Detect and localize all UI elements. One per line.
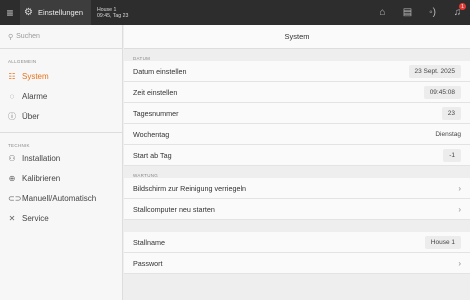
chevron-right-icon: › xyxy=(458,258,461,268)
sidebar-item-system[interactable]: ☷ System xyxy=(0,66,122,86)
calibrate-icon: ⊕ xyxy=(8,173,16,183)
sidebar-item-alarme[interactable]: ◌ Alarme xyxy=(0,86,122,106)
wrench-icon: ✕ xyxy=(8,213,16,223)
row-label: Wochentag xyxy=(133,129,170,139)
row-label: Tagesnummer xyxy=(133,108,179,118)
sidebar-item-label: Service xyxy=(22,213,49,223)
top-bar: ≡ ⚙ Einstellungen House 1 09:45, Tag 23 … xyxy=(0,0,470,25)
device-status: 09:45, Tag 23 xyxy=(97,12,129,19)
device-info: House 1 09:45, Tag 23 xyxy=(91,7,128,19)
row-tagesnummer[interactable]: Tagesnummer 23 xyxy=(124,103,470,124)
time-value[interactable]: 09:45:08 xyxy=(423,85,461,99)
document-icon[interactable]: ▤ xyxy=(395,0,420,25)
row-label: Passwort xyxy=(133,258,163,268)
home-icon[interactable]: ⌂ xyxy=(370,0,395,25)
hamburger-menu-icon[interactable]: ≡ xyxy=(0,0,20,25)
sidebar-item-label: Alarme xyxy=(22,91,48,101)
row-stallname[interactable]: Stallname House 1 xyxy=(124,232,470,253)
sidebar-item-label: System xyxy=(22,71,49,81)
weekday-value: Dienstag xyxy=(435,130,461,138)
search-placeholder: Suchen xyxy=(16,33,40,40)
row-label: Datum einstellen xyxy=(133,66,187,76)
row-bildschirm-verriegeln[interactable]: Bildschirm zur Reinigung verriegeln › xyxy=(124,178,470,199)
row-start-ab-tag[interactable]: Start ab Tag -1 xyxy=(124,145,470,166)
notification-badge: 1 xyxy=(459,3,466,10)
row-passwort[interactable]: Passwort › xyxy=(124,253,470,274)
sidebar-item-installation[interactable]: ⚇ Installation xyxy=(0,148,122,168)
sidebar-item-label: Manuell/Automatisch xyxy=(22,193,97,203)
bell-icon[interactable]: ♫ 1 xyxy=(445,0,470,25)
sidebar: ⚲ Suchen ALLGEMEIN ☷ System ◌ Alarme ⓘ Ü… xyxy=(0,25,123,300)
page-title: System xyxy=(124,25,470,49)
row-label: Stallname xyxy=(133,237,165,247)
settings-title-tab[interactable]: ⚙ Einstellungen xyxy=(20,0,92,25)
system-icon: ☷ xyxy=(8,71,16,81)
row-wochentag: Wochentag Dienstag xyxy=(124,124,470,145)
app-title: Einstellungen xyxy=(37,8,84,17)
info-icon: ⓘ xyxy=(8,111,16,121)
date-value[interactable]: 23 Sept. 2025 xyxy=(408,64,461,78)
alarm-icon: ◌ xyxy=(9,91,15,101)
sidebar-item-uber[interactable]: ⓘ Über xyxy=(0,106,122,126)
search-field[interactable]: ⚲ Suchen xyxy=(0,25,122,49)
row-label: Bildschirm zur Reinigung verriegeln xyxy=(133,183,247,193)
row-label: Start ab Tag xyxy=(133,150,172,160)
row-neu-starten[interactable]: Stallcomputer neu starten › xyxy=(124,199,470,220)
installation-icon: ⚇ xyxy=(8,153,16,163)
sidebar-item-label: Über xyxy=(22,111,40,121)
main-panel: System DATUM Datum einstellen 23 Sept. 2… xyxy=(124,25,470,300)
day-number-value[interactable]: 23 xyxy=(441,106,461,120)
sidebar-item-label: Kalibrieren xyxy=(22,173,61,183)
search-icon: ⚲ xyxy=(8,33,14,41)
start-day-value[interactable]: -1 xyxy=(443,148,461,162)
sidebar-item-kalibrieren[interactable]: ⊕ Kalibrieren xyxy=(0,168,122,188)
sidebar-item-label: Installation xyxy=(22,153,61,163)
chevron-right-icon: › xyxy=(458,204,461,214)
row-datum-einstellen[interactable]: Datum einstellen 23 Sept. 2025 xyxy=(124,61,470,82)
house-name-value[interactable]: House 1 xyxy=(424,235,461,249)
group-label-datum: DATUM xyxy=(133,56,151,61)
sidebar-item-manuell-automatisch[interactable]: ⊂⊃ Manuell/Automatisch xyxy=(0,188,122,208)
row-label: Stallcomputer neu starten xyxy=(133,204,215,214)
toggle-icon: ⊂⊃ xyxy=(8,193,22,203)
chevron-right-icon: › xyxy=(458,183,461,193)
group-label-wartung: WARTUNG xyxy=(133,173,159,178)
row-zeit-einstellen[interactable]: Zeit einstellen 09:45:08 xyxy=(124,82,470,103)
wifi-icon[interactable]: ◦) xyxy=(420,0,445,25)
row-label: Zeit einstellen xyxy=(133,87,178,97)
gear-icon: ⚙ xyxy=(24,7,33,18)
sidebar-item-service[interactable]: ✕ Service xyxy=(0,208,122,228)
